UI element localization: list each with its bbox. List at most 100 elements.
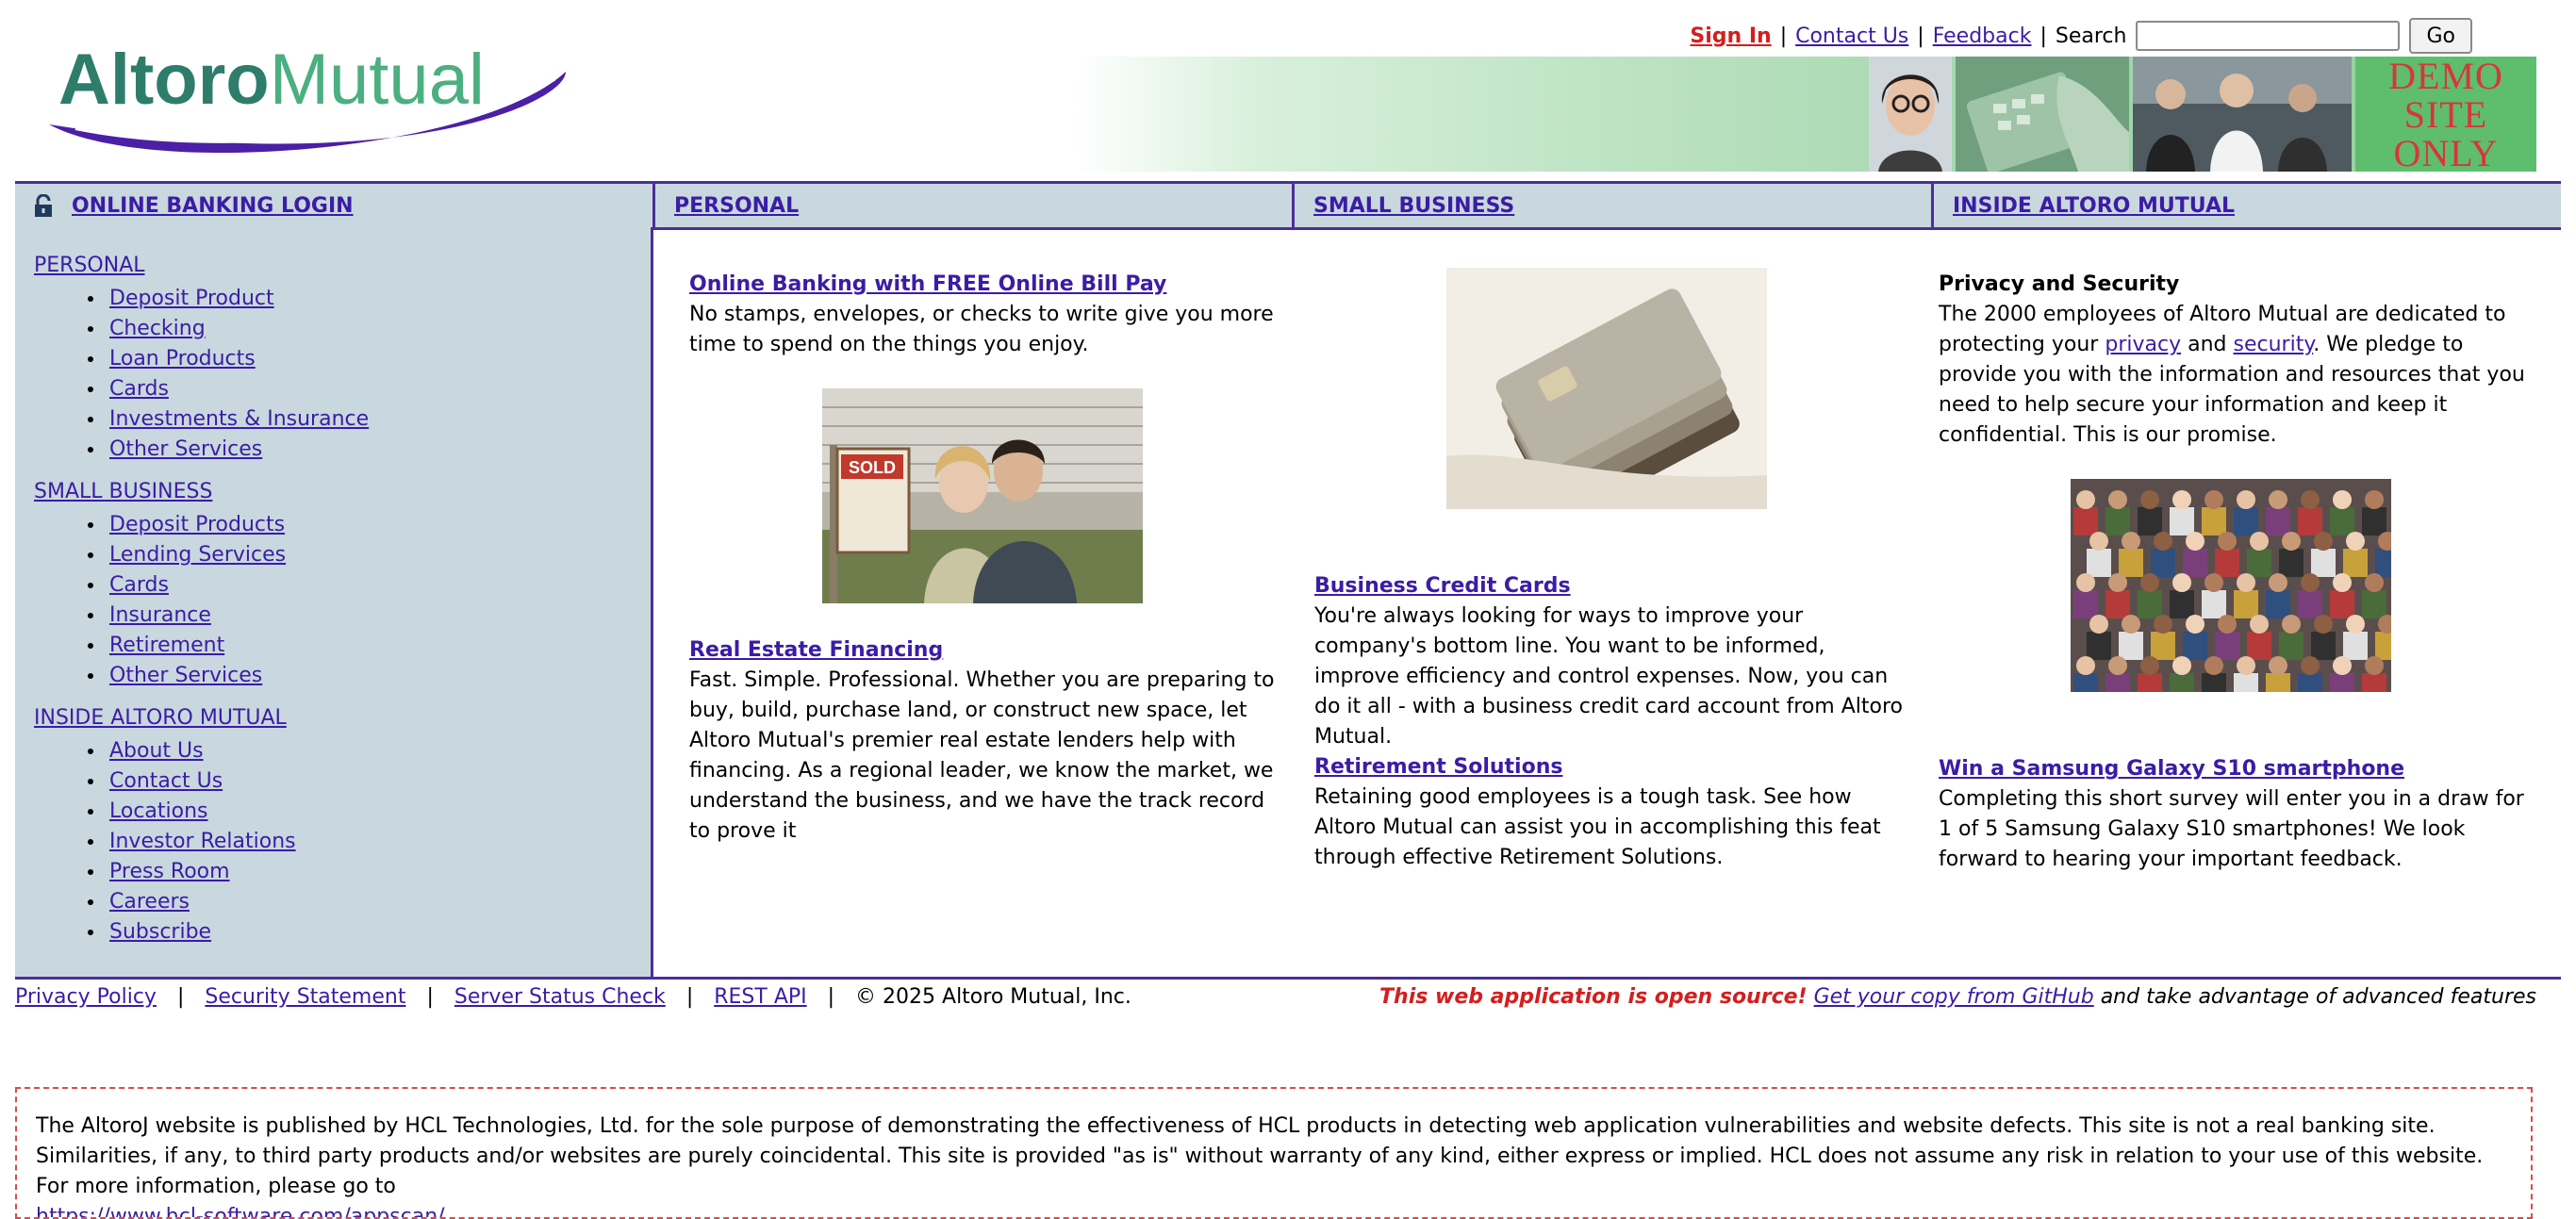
sidebar-heading-small-business[interactable]: SMALL BUSINESS	[34, 480, 212, 503]
sidebar-item-press-room[interactable]: Press Room	[109, 860, 230, 883]
altoro-mutual-logo[interactable]: AltoroMutual	[38, 38, 585, 160]
sidebar-item: Deposit Products	[106, 510, 286, 540]
go-button[interactable]: Go	[2409, 18, 2472, 54]
lock-icon	[35, 194, 52, 217]
business-credit-cards-section: Business Credit Cards You're always look…	[1314, 571, 1908, 752]
main-tab-bar: ONLINE BANKING LOGIN PERSONAL SMALL BUSI…	[15, 181, 2561, 230]
online-banking-login-link[interactable]: ONLINE BANKING LOGIN	[72, 194, 354, 218]
open-source-notice: This web application is open source! Get…	[1379, 982, 2536, 1011]
privacy-paragraph: The 2000 employees of Altoro Mutual are …	[1939, 300, 2533, 451]
couple-home-photo[interactable]: SOLD	[822, 388, 1143, 603]
retirement-text: Retaining good employees is a tough task…	[1314, 785, 1881, 869]
separator: |	[2039, 24, 2047, 48]
sidebar-item-loan-products[interactable]: Loan Products	[109, 347, 256, 371]
sidebar-item: Retirement	[106, 631, 286, 661]
separator: |	[426, 984, 434, 1009]
search-label: Search	[2055, 24, 2127, 48]
sidebar-item-other-services[interactable]: Other Services	[109, 664, 262, 687]
sidebar-item-deposit-products[interactable]: Deposit Products	[109, 513, 285, 536]
open-source-highlight: This web application is open source!	[1379, 984, 1808, 1009]
sidebar-heading-personal[interactable]: PERSONAL	[34, 254, 145, 277]
sidebar-item: Investor Relations	[106, 827, 296, 857]
sidebar-item-cards[interactable]: Cards	[109, 573, 169, 597]
tab-online-banking-login: ONLINE BANKING LOGIN	[15, 184, 652, 227]
sidebar-item-insurance[interactable]: Insurance	[109, 603, 211, 627]
tab-small-business-link[interactable]: SMALL BUSINESS	[1313, 194, 1514, 218]
security-statement-link[interactable]: Security Statement	[205, 985, 405, 1009]
rest-api-link[interactable]: REST API	[714, 985, 806, 1009]
hcl-appscan-link[interactable]: https://www.hcl-software.com/appscan/	[36, 1205, 445, 1217]
samsung-galaxy-link[interactable]: Win a Samsung Galaxy S10 smartphone	[1939, 757, 2404, 781]
business-people-photo	[2133, 57, 2352, 172]
sidebar: PERSONAL Deposit Product Checking Loan P…	[15, 227, 653, 979]
demo-site-text: DEMO SITE ONLY	[2388, 57, 2503, 172]
samsung-text: Completing this short survey will enter …	[1939, 787, 2524, 871]
online-banking-link[interactable]: Online Banking with FREE Online Bill Pay	[689, 272, 1166, 296]
github-link[interactable]: Get your copy from GitHub	[1814, 985, 2094, 1009]
sidebar-item-checking[interactable]: Checking	[109, 317, 206, 340]
open-source-tail: and take advantage of advanced features	[2100, 984, 2536, 1009]
server-status-link[interactable]: Server Status Check	[454, 985, 666, 1009]
sidebar-item-contact-us[interactable]: Contact Us	[109, 769, 223, 793]
svg-text:AltoroMutual: AltoroMutual	[58, 40, 485, 120]
sidebar-item-deposit-product[interactable]: Deposit Product	[109, 287, 274, 310]
sidebar-item: Locations	[106, 797, 296, 827]
sidebar-item-subscribe[interactable]: Subscribe	[109, 920, 211, 944]
sidebar-item: Cards	[106, 374, 369, 404]
sidebar-item-retirement[interactable]: Retirement	[109, 634, 224, 657]
sidebar-item-careers[interactable]: Careers	[109, 890, 190, 914]
security-link[interactable]: security	[2234, 333, 2314, 356]
tab-personal: PERSONAL	[652, 184, 1292, 227]
sign-in-link[interactable]: Sign In	[1690, 25, 1771, 48]
sidebar-item-investor-relations[interactable]: Investor Relations	[109, 830, 296, 853]
sidebar-heading-inside-altoro[interactable]: INSIDE ALTORO MUTUAL	[34, 706, 287, 730]
sidebar-item-investments-insurance[interactable]: Investments & Insurance	[109, 407, 369, 431]
business-credit-cards-link[interactable]: Business Credit Cards	[1314, 574, 1571, 598]
separator: |	[827, 984, 835, 1009]
disclaimer-box: The AltoroJ website is published by HCL …	[15, 1087, 2533, 1219]
crowd-photo[interactable]	[2071, 479, 2391, 692]
footer-divider	[15, 977, 2561, 980]
sidebar-item-locations[interactable]: Locations	[109, 799, 208, 823]
sidebar-item: Other Services	[106, 435, 369, 465]
search-input[interactable]	[2136, 21, 2401, 51]
online-banking-text: No stamps, envelopes, or checks to write…	[689, 303, 1274, 356]
sidebar-item: Loan Products	[106, 344, 369, 374]
separator: |	[176, 984, 185, 1009]
sidebar-item: Careers	[106, 887, 296, 917]
credit-cards-photo[interactable]	[1446, 268, 1767, 509]
logo-word-altoro: Altoro	[58, 40, 270, 120]
real-estate-text: Fast. Simple. Professional. Whether you …	[689, 668, 1275, 843]
sidebar-item: Subscribe	[106, 917, 296, 947]
samsung-section: Win a Samsung Galaxy S10 smartphone Comp…	[1939, 754, 2533, 875]
sidebar-item: Checking	[106, 314, 369, 344]
sidebar-item-cards[interactable]: Cards	[109, 377, 169, 401]
feedback-link[interactable]: Feedback	[1933, 25, 2032, 48]
sidebar-item: Other Services	[106, 661, 286, 691]
privacy-security-heading: Privacy and Security	[1939, 272, 2180, 296]
sidebar-item-lending-services[interactable]: Lending Services	[109, 543, 286, 567]
sidebar-item: Insurance	[106, 601, 286, 631]
woman-photo	[1869, 57, 1952, 172]
sidebar-item: Cards	[106, 570, 286, 601]
sidebar-list-small-business: Deposit Products Lending Services Cards …	[106, 510, 286, 691]
header-banner: DEMO SITE ONLY	[1075, 57, 2536, 172]
sidebar-item: Investments & Insurance	[106, 404, 369, 435]
tab-inside-altoro-mutual-link[interactable]: INSIDE ALTORO MUTUAL	[1953, 194, 2235, 218]
retirement-solutions-link[interactable]: Retirement Solutions	[1314, 755, 1562, 779]
real-estate-link[interactable]: Real Estate Financing	[689, 638, 943, 662]
sidebar-item: Deposit Product	[106, 284, 369, 314]
tab-inside-altoro-mutual: INSIDE ALTORO MUTUAL	[1931, 184, 2561, 227]
privacy-policy-link[interactable]: Privacy Policy	[15, 985, 157, 1009]
personal-column: Online Banking with FREE Online Bill Pay…	[689, 270, 1283, 360]
sidebar-item: Contact Us	[106, 766, 296, 797]
separator: |	[1917, 24, 1924, 48]
contact-us-link[interactable]: Contact Us	[1795, 25, 1908, 48]
sidebar-list-personal: Deposit Product Checking Loan Products C…	[106, 284, 369, 465]
sold-sign-text: SOLD	[849, 458, 896, 477]
privacy-link[interactable]: privacy	[2105, 333, 2181, 356]
sidebar-item-other-services[interactable]: Other Services	[109, 437, 262, 461]
tab-personal-link[interactable]: PERSONAL	[674, 194, 799, 218]
sidebar-item: About Us	[106, 736, 296, 766]
sidebar-item-about-us[interactable]: About Us	[109, 739, 204, 763]
